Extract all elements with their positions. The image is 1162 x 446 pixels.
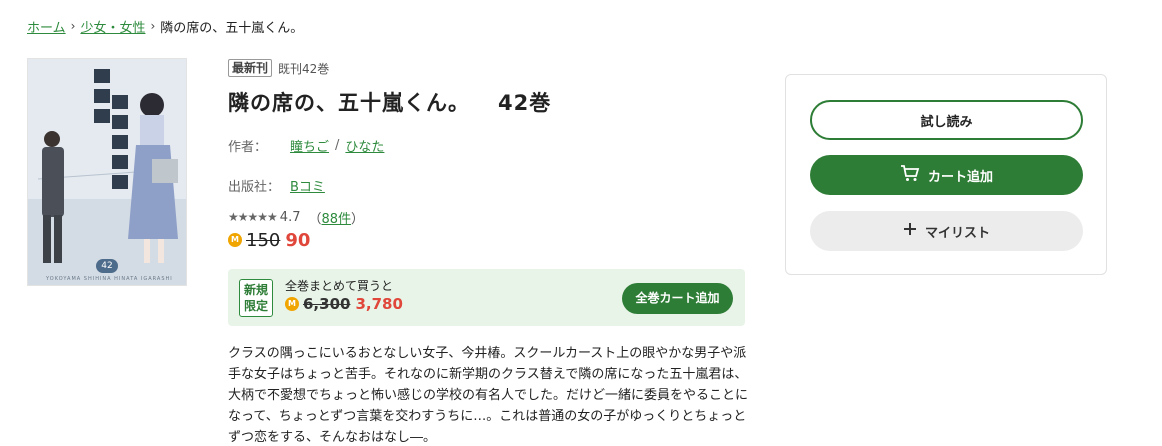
title-text: 隣の席の、五十嵐くん。 [228, 91, 470, 115]
price-row: M 150 90 [228, 228, 748, 252]
book-cover-image[interactable]: 42 YOKOYAMA SHIHINA HINATA IGARASHI [27, 58, 187, 286]
sale-price: 90 [285, 229, 311, 251]
title-volume: 42巻 [498, 91, 552, 115]
author-link-1[interactable]: 瞳ちご [290, 136, 329, 155]
author-row: 作者： 瞳ちご / ひなた [228, 136, 748, 155]
try-read-label: 試し読み [920, 114, 973, 130]
publisher-row: 出版社： Bコミ [228, 176, 748, 195]
action-panel: 試し読み カート追加 マイリスト [785, 74, 1107, 275]
my-list-label: マイリスト [924, 225, 990, 241]
limited-badge: 新規 限定 [239, 279, 273, 317]
author-separator: / [335, 137, 340, 153]
limited-badge-line1: 新規 [243, 283, 268, 297]
my-list-button[interactable]: マイリスト [810, 211, 1083, 251]
add-to-cart-button[interactable]: カート追加 [810, 155, 1083, 195]
add-all-to-cart-button[interactable]: 全巻カート追加 [622, 283, 733, 314]
description: クラスの隅っこにいるおとなしい女子、今井椿。スクールカースト上の眼やかな男子や派… [228, 346, 749, 445]
page-title: 隣の席の、五十嵐くん。 42巻 [228, 87, 748, 117]
product-meta: 最新刊 既刊42巻 隣の席の、五十嵐くん。 42巻 作者： 瞳ちご / ひなた … [228, 58, 748, 252]
cover-credit-text: YOKOYAMA SHIHINA HINATA IGARASHI [46, 276, 173, 282]
publisher-label: 出版社： [228, 179, 281, 195]
chevron-right-icon: › [70, 19, 76, 33]
author-label: 作者： [228, 139, 268, 155]
review-count: （88件） [308, 208, 364, 227]
cart-icon [900, 164, 920, 186]
publisher-link[interactable]: Bコミ [290, 176, 325, 195]
breadcrumb-home-link[interactable]: ホーム [27, 17, 66, 36]
coin-icon: M [228, 233, 242, 247]
author-link-2[interactable]: ひなた [345, 136, 384, 155]
breadcrumb: ホーム › 少女・女性 › 隣の席の、五十嵐くん。 [27, 16, 303, 36]
original-price: 150 [246, 229, 281, 251]
try-read-button[interactable]: 試し読み [810, 100, 1083, 140]
volume-badge: 42 [96, 259, 118, 273]
review-count-link[interactable]: 88件 [322, 212, 352, 227]
bundle-sale-price: 3,780 [355, 295, 403, 313]
bundle-label: 全巻まとめて買うと [285, 279, 394, 293]
review-close: ） [351, 211, 365, 227]
review-open: （ [308, 211, 322, 227]
breadcrumb-current: 隣の席の、五十嵐くん。 [160, 20, 304, 36]
rating-score: 4.7 [279, 209, 301, 225]
plus-icon [903, 222, 917, 240]
coin-icon: M [285, 297, 299, 311]
star-rating-icon: ★★★★★ [228, 210, 278, 224]
add-to-cart-label: カート追加 [927, 169, 993, 185]
chevron-right-icon: › [150, 19, 156, 33]
limited-badge-line2: 限定 [243, 299, 268, 313]
bundle-original-price: 6,300 [303, 295, 351, 313]
volume-count-tag: 既刊42巻 [278, 61, 330, 76]
cover-illustration [28, 59, 186, 285]
rating-row: ★★★★★ 4.7 （88件） [228, 208, 748, 227]
bundle-offer: 新規 限定 全巻まとめて買うと M 6,300 3,780 全巻カート追加 [228, 269, 745, 326]
latest-volume-tag: 最新刊 [228, 59, 273, 77]
bundle-price-row: M 6,300 3,780 [285, 295, 403, 313]
breadcrumb-category-link[interactable]: 少女・女性 [80, 17, 145, 36]
